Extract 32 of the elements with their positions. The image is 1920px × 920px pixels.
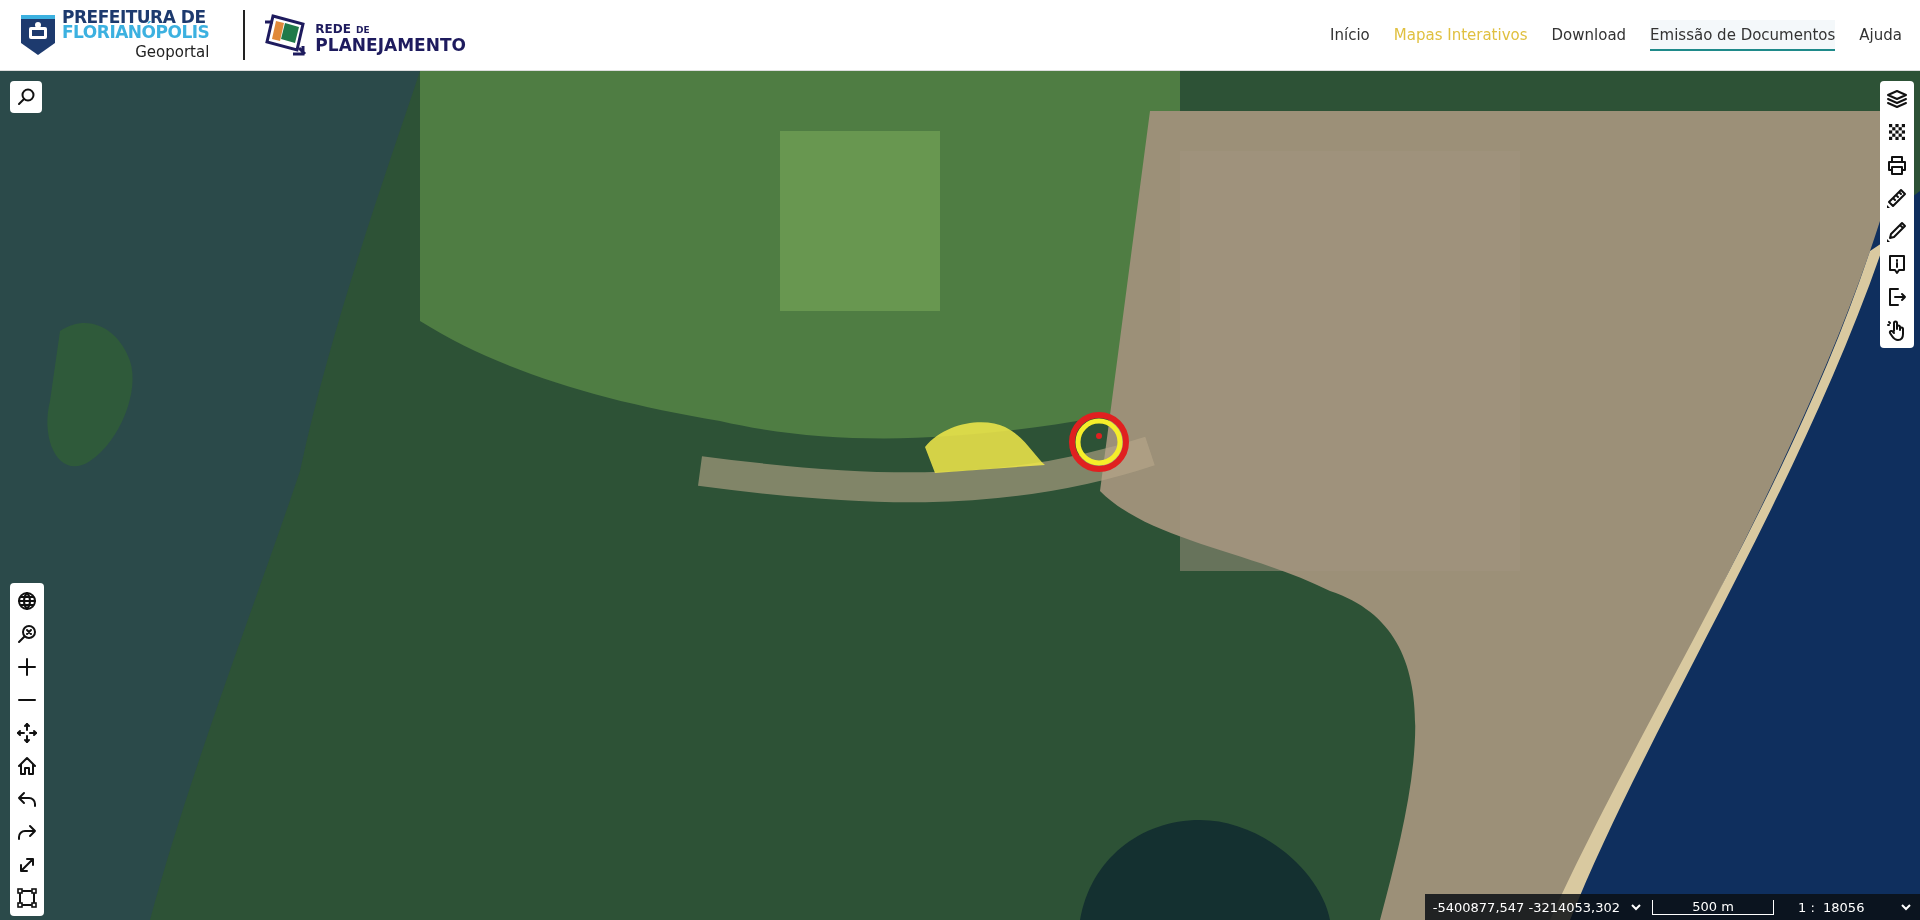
search-icon [15, 86, 37, 108]
logo-text: DE [356, 24, 370, 35]
scale-ratio: 1 : 18056 [1798, 899, 1866, 915]
node-selection-icon [16, 887, 38, 909]
logo-text: PLANEJAMENTO [315, 36, 466, 53]
pan-arrows-icon [16, 722, 38, 744]
exit-door-icon [1886, 286, 1908, 308]
nav-link[interactable]: Download [1551, 19, 1627, 51]
coordinates-text: -5400877,547 -3214053,302 [1432, 899, 1620, 915]
zoom-extent-icon [16, 623, 38, 645]
scale-bar: 500 m [1652, 899, 1774, 915]
nav-link[interactable]: Início [1330, 19, 1370, 51]
chevron-down-icon[interactable] [1630, 901, 1642, 913]
location-marker-icon [1067, 410, 1131, 474]
home-icon [16, 755, 38, 777]
globe-icon [16, 590, 38, 612]
logo-text: REDE [315, 21, 351, 36]
info-icon [1886, 253, 1908, 275]
layers-icon [1886, 88, 1908, 110]
search-button[interactable] [15, 86, 37, 108]
minus-icon [18, 699, 36, 701]
logo-subtitle: Geoportal [134, 42, 210, 61]
ruler-icon [1886, 187, 1908, 209]
shield-logo-icon [20, 13, 56, 57]
pencil-icon [1886, 220, 1908, 242]
checkerboard-icon [1886, 121, 1908, 143]
logo-text: PREFEITURA DE [62, 9, 206, 25]
printer-icon [1886, 154, 1908, 176]
nav-link[interactable]: Ajuda [1859, 19, 1902, 51]
plus-icon [16, 656, 38, 678]
nav-link[interactable]: Emissão de Documentos [1650, 19, 1836, 51]
chevron-down-icon[interactable] [1900, 901, 1912, 913]
